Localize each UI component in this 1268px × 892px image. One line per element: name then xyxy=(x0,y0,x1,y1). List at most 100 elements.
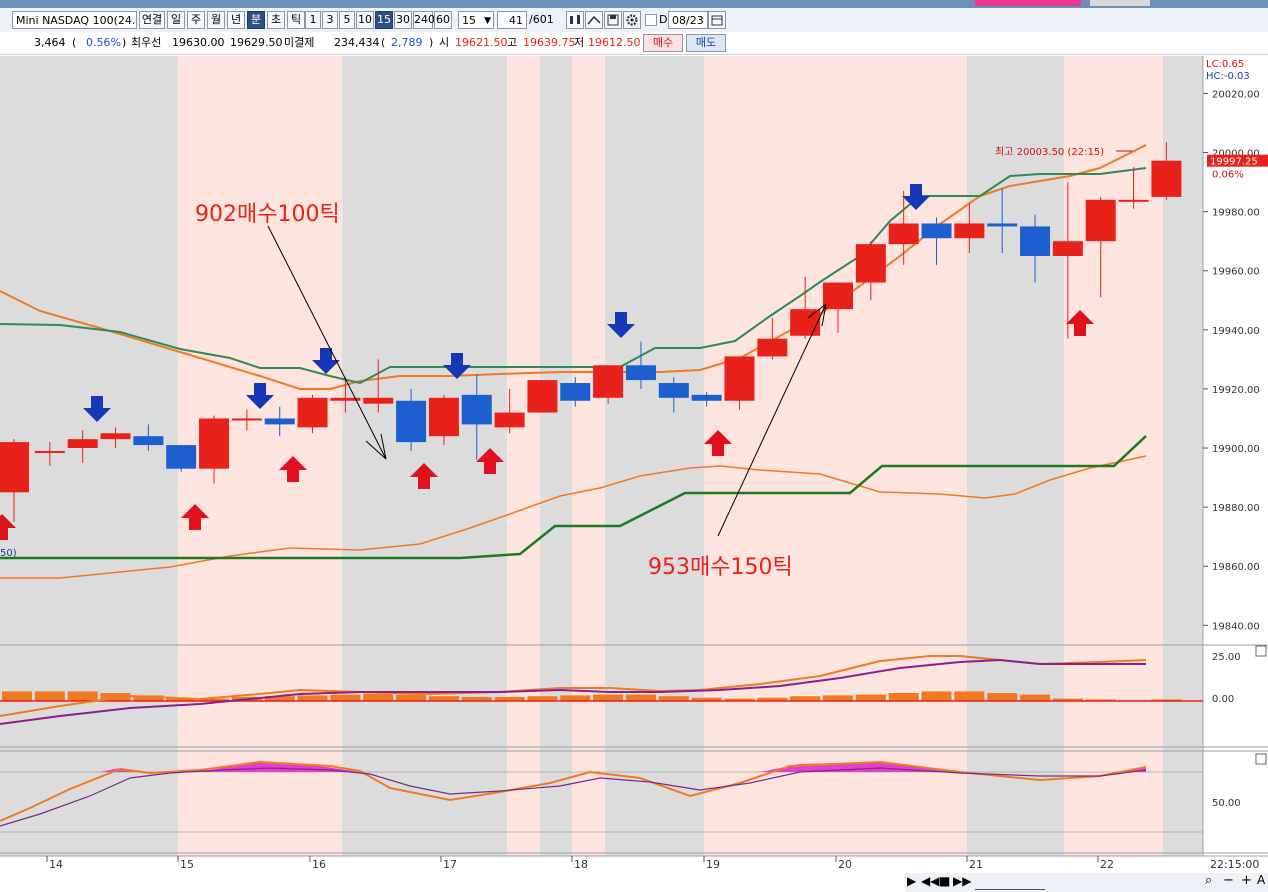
draw-line-icon[interactable] xyxy=(585,11,603,29)
y-tick-label: 19880.00 xyxy=(1212,503,1260,514)
candle-body xyxy=(363,397,394,404)
interval-button-10[interactable]: 10 xyxy=(356,11,374,29)
quote-bar: 3,464 ( 0.56% ) 최우선 19630.00 19629.50 미결… xyxy=(0,32,1268,55)
interval-button-15[interactable]: 15 xyxy=(375,11,393,29)
chart-toolbar: Mini NASDAQ 100(24.0 연결 일 주 월 년 분 초 틱 1 3 5 10 15 30… xyxy=(0,8,1268,33)
candle-body xyxy=(396,400,427,443)
hc-label: HC:-0.03 xyxy=(1206,71,1250,82)
calendar-icon[interactable] xyxy=(708,11,726,29)
candle-body xyxy=(625,365,656,381)
candle-body xyxy=(67,439,98,449)
candle-body xyxy=(34,450,65,453)
zoom-icon[interactable]: ⌕ xyxy=(1205,873,1212,888)
period-button-5[interactable]: 분 xyxy=(247,11,265,29)
interval-select[interactable]: 15 ▼ xyxy=(458,11,494,29)
period-button-2[interactable]: 주 xyxy=(187,11,205,29)
checkbox-d[interactable] xyxy=(645,14,657,26)
rewind-icon[interactable]: ◀◀ xyxy=(921,874,939,888)
annotation-902: 902매수100틱 xyxy=(195,202,340,227)
sell-button[interactable]: 매도 xyxy=(686,34,726,52)
candle-body xyxy=(494,412,525,428)
y-tick-label: 19860.00 xyxy=(1212,562,1260,573)
stop-icon[interactable]: ■ xyxy=(939,874,950,888)
y-tick-label: 19940.00 xyxy=(1212,326,1260,337)
interval-button-1[interactable]: 1 xyxy=(305,11,321,29)
candle-body xyxy=(264,418,295,425)
macd-bar xyxy=(2,691,32,701)
zoom-out-icon[interactable]: − xyxy=(1223,873,1234,888)
title-strip-gray xyxy=(1090,0,1150,6)
paren-open-2: ( xyxy=(381,36,386,49)
macd-bar xyxy=(363,693,394,701)
y-tick-label: 20020.00 xyxy=(1212,89,1260,100)
y-tick-label: 19960.00 xyxy=(1212,267,1260,278)
period-button-6[interactable]: 초 xyxy=(267,11,285,29)
period-button-0[interactable]: 연결 xyxy=(139,11,165,29)
macd-bar xyxy=(330,694,361,701)
candle-body xyxy=(855,244,886,283)
paren-close: ) xyxy=(122,36,127,49)
candle-type-icon[interactable] xyxy=(566,11,584,29)
forward-icon[interactable]: ▶▶ xyxy=(953,874,971,888)
period-button-4[interactable]: 년 xyxy=(227,11,245,29)
macd-bar xyxy=(987,693,1018,701)
interval-button-30[interactable]: 30 xyxy=(394,11,412,29)
partial-label: 50) xyxy=(0,548,17,559)
session-band-1 xyxy=(507,56,540,856)
date-field[interactable]: 08/23 xyxy=(668,11,708,29)
candle-body xyxy=(1085,199,1116,242)
candle-body xyxy=(1052,241,1083,256)
annotation-953: 953매수150틱 xyxy=(648,555,793,580)
candle-body xyxy=(1020,226,1051,256)
x-tick-label: 14 xyxy=(49,858,63,871)
period-button-1[interactable]: 일 xyxy=(167,11,185,29)
open-interest: 234,434 xyxy=(334,36,380,49)
period-button-3[interactable]: 월 xyxy=(207,11,225,29)
symbol-field[interactable]: Mini NASDAQ 100(24.0 xyxy=(12,11,137,29)
y-tick-label: 19840.00 xyxy=(1212,621,1260,632)
price-chart[interactable]: 902매수100틱 953매수150틱 최고 20003.50 (22:15) 50)… xyxy=(0,56,1268,892)
period-button-7[interactable]: 틱 xyxy=(287,11,305,29)
x-tick-label: 15 xyxy=(180,858,194,871)
candle-body xyxy=(888,223,919,245)
candle-body xyxy=(691,394,722,401)
macd-bar xyxy=(297,695,328,701)
best-ask: 19629.50 xyxy=(230,36,283,49)
interval-button-60[interactable]: 60 xyxy=(434,11,452,29)
macd-bar xyxy=(34,691,65,701)
candle-body xyxy=(461,394,492,425)
macd-bar xyxy=(921,691,952,701)
buy-button[interactable]: 매수 xyxy=(643,34,683,52)
last-change-label: 0.06% xyxy=(1212,170,1244,181)
stoch-tick-label: 50.00 xyxy=(1212,798,1241,809)
checkbox-d-label: D xyxy=(659,13,668,26)
zoom-in-icon[interactable]: + xyxy=(1241,873,1252,888)
interval-button-5[interactable]: 5 xyxy=(339,11,355,29)
macd-bar xyxy=(888,693,919,701)
bar-count-field[interactable]: 41 xyxy=(497,11,527,29)
font-size-icon[interactable]: A xyxy=(1257,873,1265,887)
macd-bar xyxy=(396,694,427,701)
scroll-slider[interactable] xyxy=(975,873,1045,890)
candle-body xyxy=(658,383,689,398)
change-percent: 0.56% xyxy=(86,36,121,49)
save-icon[interactable] xyxy=(604,11,622,29)
candle-body xyxy=(987,223,1018,227)
macd-tick-label: 0.00 xyxy=(1212,694,1234,705)
macd-bar xyxy=(67,691,98,701)
interval-button-240[interactable]: 240 xyxy=(413,11,435,29)
interval-button-3[interactable]: 3 xyxy=(322,11,338,29)
volume-prefix: 3,464 xyxy=(34,36,66,49)
x-tick-label: 16 xyxy=(312,858,326,871)
paren-close-2: ) xyxy=(429,36,434,49)
candle-body xyxy=(823,282,853,310)
play-icon[interactable]: ▶ xyxy=(907,874,916,888)
candle-body xyxy=(1151,160,1182,197)
gear-icon[interactable] xyxy=(623,11,641,29)
candle-body xyxy=(954,223,985,239)
macd-bar xyxy=(593,694,624,701)
x-tick-label: 17 xyxy=(443,858,457,871)
candle-body xyxy=(0,442,29,493)
y-tick-label: 19920.00 xyxy=(1212,385,1260,396)
x-tick-label: 18 xyxy=(574,858,588,871)
